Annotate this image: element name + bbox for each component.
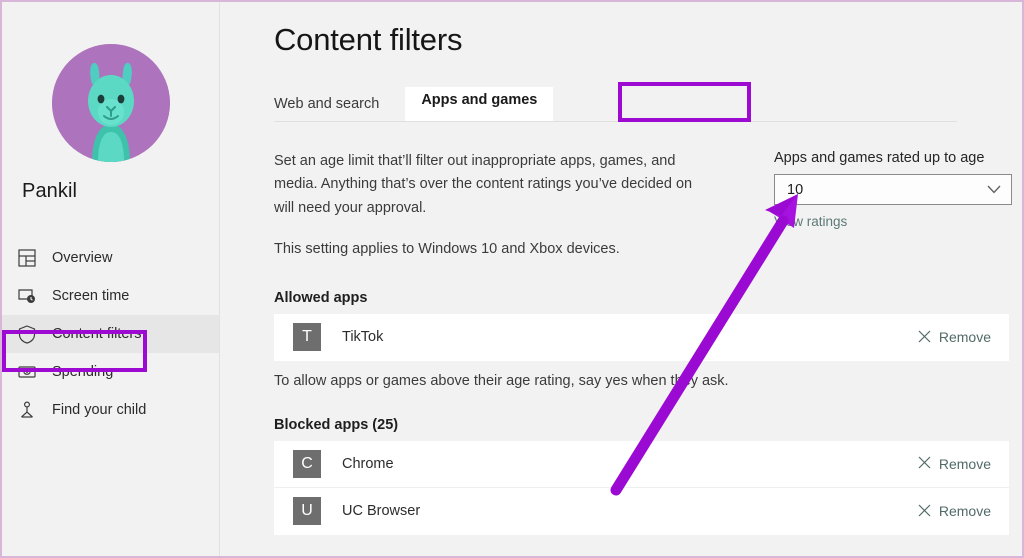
remove-button[interactable]: Remove: [918, 329, 991, 345]
chevron-down-icon: [987, 184, 1001, 196]
sidebar-item-label: Spending: [52, 364, 114, 380]
profile-name: Pankil: [22, 180, 78, 202]
close-x-icon: [918, 330, 931, 345]
avatar: [51, 44, 170, 162]
app-name: Chrome: [342, 455, 394, 472]
blocked-apps-title: Blocked apps (25): [274, 416, 399, 433]
remove-label: Remove: [938, 503, 991, 520]
blocked-apps-card: C Chrome Remove U UC Browser Remove: [274, 440, 1009, 535]
sidebar-item-find-your-child[interactable]: Find your child: [2, 391, 219, 429]
app-icon-tile: T: [293, 323, 321, 352]
description-paragraph-1: Set an age limit that’ll filter out inap…: [274, 153, 693, 216]
description-row: Set an age limit that’ll filter out inap…: [274, 150, 1022, 262]
remove-button[interactable]: Remove: [918, 503, 991, 519]
sidebar: Pankil Overview Screen time Content filt…: [2, 2, 220, 556]
dashboard-grid-icon: [16, 247, 38, 269]
age-limit-label: Apps and games rated up to age: [774, 150, 985, 166]
monitor-clock-icon: [16, 285, 38, 307]
sidebar-nav: Overview Screen time Content filters Spe…: [2, 239, 219, 429]
allowed-apps-section: Allowed apps T TikTok Remove To allow ap…: [274, 290, 1022, 389]
shield-icon: [16, 323, 38, 345]
app-name: TikTok: [342, 329, 384, 346]
age-limit-block: Apps and games rated up to age 10 View r…: [774, 150, 1014, 262]
view-ratings-link[interactable]: View ratings: [774, 214, 847, 229]
table-row[interactable]: C Chrome Remove: [274, 441, 1009, 488]
app-icon-tile: C: [293, 449, 321, 478]
allowed-apps-card: T TikTok Remove: [274, 313, 1009, 361]
blocked-apps-section: Blocked apps (25) C Chrome Remove U UC B…: [274, 417, 1022, 535]
sidebar-item-label: Find your child: [52, 402, 147, 418]
tab-apps-and-games[interactable]: Apps and games: [405, 87, 554, 121]
close-x-icon: [918, 456, 931, 471]
age-limit-dropdown[interactable]: 10: [774, 174, 1012, 205]
sidebar-item-overview[interactable]: Overview: [2, 239, 219, 277]
sidebar-item-spending[interactable]: Spending: [2, 353, 219, 391]
sidebar-item-label: Content filters: [52, 326, 142, 342]
remove-label: Remove: [938, 329, 991, 346]
tab-web-and-search[interactable]: Web and search: [274, 96, 393, 121]
person-pin-icon: [16, 399, 38, 421]
allowed-apps-note: To allow apps or games above their age r…: [274, 372, 729, 389]
app-icon-tile: U: [293, 497, 321, 526]
allowed-apps-title: Allowed apps: [274, 289, 368, 306]
main-content: Content filters Web and search Apps and …: [220, 2, 1022, 556]
remove-button[interactable]: Remove: [918, 456, 991, 472]
table-row[interactable]: T TikTok Remove: [274, 314, 1009, 361]
app-name: UC Browser: [342, 503, 421, 520]
parental-controls-window: Pankil Overview Screen time Content filt…: [0, 0, 1024, 558]
table-row[interactable]: U UC Browser Remove: [274, 488, 1009, 535]
remove-label: Remove: [938, 455, 991, 472]
page-title: Content filters: [274, 22, 463, 57]
close-x-icon: [918, 504, 931, 519]
banknote-icon: [16, 361, 38, 383]
sidebar-item-label: Screen time: [52, 288, 130, 304]
tab-bar: Web and search Apps and games: [274, 86, 957, 122]
description-text: Set an age limit that’ll filter out inap…: [274, 150, 694, 262]
profile-block: Pankil: [2, 44, 219, 217]
age-limit-value: 10: [787, 181, 804, 198]
sidebar-item-screen-time[interactable]: Screen time: [2, 277, 219, 315]
sidebar-item-label: Overview: [52, 250, 113, 266]
llama-avatar-icon: [51, 44, 170, 162]
sidebar-item-content-filters[interactable]: Content filters: [2, 315, 219, 353]
description-paragraph-2: This setting applies to Windows 10 and X…: [274, 241, 620, 258]
